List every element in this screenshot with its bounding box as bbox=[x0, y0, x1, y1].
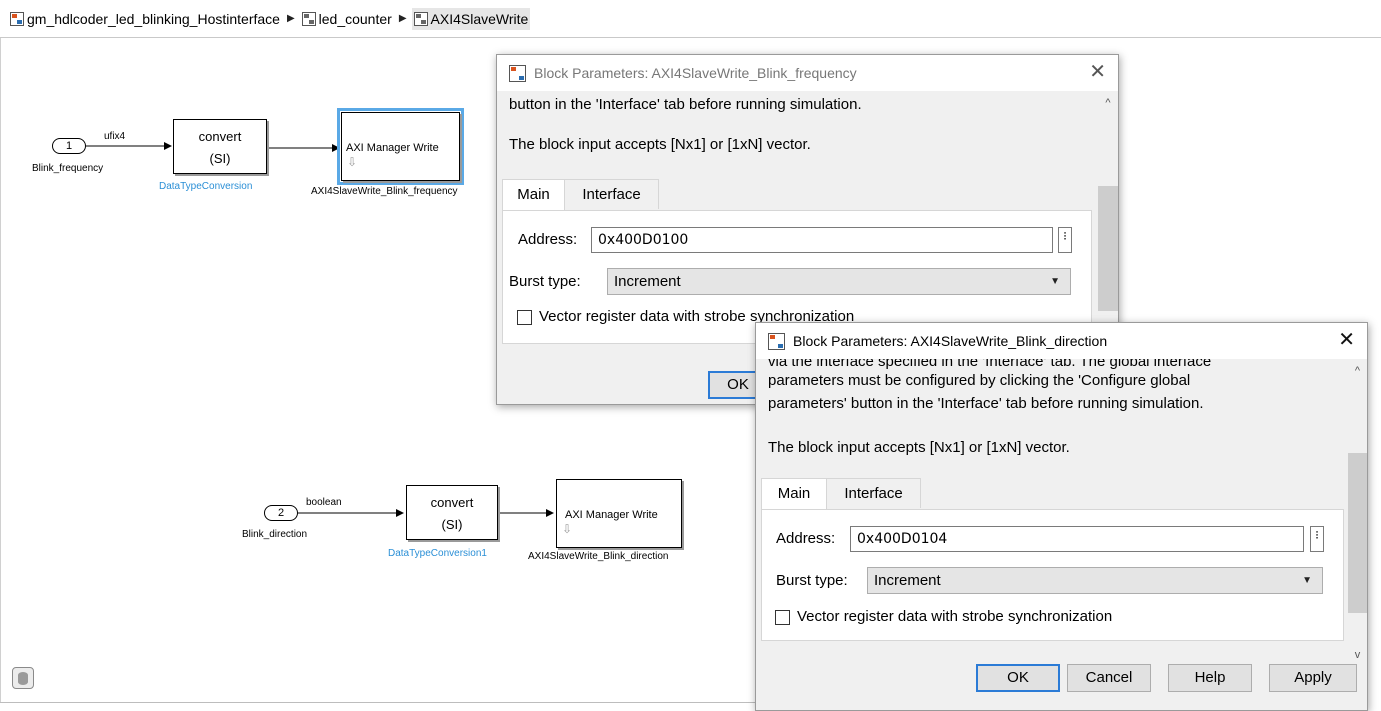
ok-button[interactable]: OK bbox=[976, 664, 1060, 692]
cancel-button[interactable]: Cancel bbox=[1067, 664, 1151, 692]
simulink-model-icon bbox=[509, 64, 526, 82]
axi-block-text: AXI Manager Write bbox=[565, 509, 658, 521]
description-line: button in the 'Interface' tab before run… bbox=[509, 96, 862, 113]
close-icon[interactable]: ✕ bbox=[1338, 329, 1355, 351]
address-label: Address: bbox=[776, 530, 836, 547]
block-description: button in the 'Interface' tab before run… bbox=[497, 91, 1097, 177]
address-field[interactable]: 0x400D0100 bbox=[591, 227, 1053, 253]
convert-text: convert bbox=[198, 129, 242, 144]
dialog-title-bar[interactable]: Block Parameters: AXI4SlaveWrite_Blink_d… bbox=[756, 323, 1367, 359]
convert-si-text: (SI) bbox=[209, 151, 231, 166]
axi-block-text: AXI Manager Write bbox=[346, 142, 439, 154]
burst-type-label: Burst type: bbox=[509, 273, 581, 290]
vector-register-checkbox[interactable] bbox=[517, 310, 532, 325]
inport-number: 2 bbox=[277, 507, 285, 519]
block-name-label[interactable]: DataTypeConversion1 bbox=[388, 548, 487, 559]
caret-down-icon: ▼ bbox=[1050, 276, 1060, 287]
dialog-title: Block Parameters: AXI4SlaveWrite_Blink_d… bbox=[793, 333, 1108, 349]
dialog-title-bar[interactable]: Block Parameters: AXI4SlaveWrite_Blink_f… bbox=[497, 55, 1118, 91]
address-label: Address: bbox=[518, 231, 578, 248]
inport-block[interactable]: 2 bbox=[264, 505, 298, 521]
apply-button[interactable]: Apply bbox=[1269, 664, 1357, 692]
address-field[interactable]: 0x400D0104 bbox=[850, 526, 1304, 552]
inport-name-label: Blink_frequency bbox=[32, 163, 104, 174]
caret-down-icon: ▼ bbox=[1302, 575, 1312, 586]
inport-block[interactable]: 1 bbox=[52, 138, 86, 154]
burst-type-value: Increment bbox=[614, 273, 681, 290]
scrollbar-thumb[interactable] bbox=[1348, 453, 1367, 613]
vector-register-label: Vector register data with strobe synchro… bbox=[797, 608, 1113, 625]
block-name-label[interactable]: AXI4SlaveWrite_Blink_frequency bbox=[311, 186, 458, 197]
arrow-down-icon: ⇩ bbox=[347, 155, 358, 169]
tab-main[interactable]: Main bbox=[502, 179, 565, 210]
tab-bar: Main Interface bbox=[761, 478, 1346, 510]
block-description: via the interface specified in the 'Inte… bbox=[756, 359, 1348, 465]
tab-interface[interactable]: Interface bbox=[826, 478, 921, 508]
vertical-scrollbar[interactable]: ^ v bbox=[1348, 359, 1367, 669]
tab-interface[interactable]: Interface bbox=[564, 179, 659, 209]
inport-name-label: Blink_direction bbox=[242, 529, 308, 540]
axi-manager-write-block[interactable]: AXI Manager Write ⇩ bbox=[556, 479, 682, 548]
burst-type-select[interactable]: Increment ▼ bbox=[607, 268, 1071, 295]
signal-type-label: ufix4 bbox=[104, 131, 126, 142]
simulink-model-icon bbox=[768, 332, 785, 350]
scrollbar-thumb[interactable] bbox=[1098, 186, 1118, 311]
block-parameters-dialog-direction: Block Parameters: AXI4SlaveWrite_Blink_d… bbox=[755, 322, 1368, 711]
database-icon[interactable] bbox=[12, 667, 34, 689]
close-icon[interactable]: ✕ bbox=[1089, 61, 1106, 83]
description-line: via the interface specified in the 'Inte… bbox=[768, 359, 1212, 370]
scroll-up-icon[interactable]: ^ bbox=[1098, 97, 1118, 109]
vector-register-checkbox[interactable] bbox=[775, 610, 790, 625]
tab-bar: Main Interface bbox=[502, 179, 1092, 211]
kebab-menu-icon[interactable]: ⁝ bbox=[1058, 227, 1072, 253]
convert-si-text: (SI) bbox=[441, 517, 463, 532]
inport-number: 1 bbox=[65, 140, 73, 152]
signal-type-label: boolean bbox=[306, 497, 342, 508]
tab-panel-main: Address: 0x400D0104 ⁝ Burst type: Increm… bbox=[761, 509, 1344, 641]
axi-manager-write-block[interactable]: AXI Manager Write ⇩ bbox=[341, 112, 460, 181]
kebab-menu-icon[interactable]: ⁝ bbox=[1310, 526, 1324, 552]
help-button[interactable]: Help bbox=[1168, 664, 1252, 692]
burst-type-select[interactable]: Increment ▼ bbox=[867, 567, 1323, 594]
scroll-up-icon[interactable]: ^ bbox=[1348, 365, 1367, 377]
tab-main[interactable]: Main bbox=[761, 478, 827, 509]
burst-type-value: Increment bbox=[874, 572, 941, 589]
block-name-label[interactable]: AXI4SlaveWrite_Blink_direction bbox=[528, 551, 668, 562]
block-name-label[interactable]: DataTypeConversion bbox=[159, 181, 252, 192]
data-type-conversion-block[interactable]: convert (SI) bbox=[406, 485, 498, 540]
description-line: The block input accepts [Nx1] or [1xN] v… bbox=[509, 136, 811, 153]
description-line: The block input accepts [Nx1] or [1xN] v… bbox=[768, 439, 1070, 456]
burst-type-label: Burst type: bbox=[776, 572, 848, 589]
data-type-conversion-block[interactable]: convert (SI) bbox=[173, 119, 267, 174]
description-line: parameters must be configured by clickin… bbox=[768, 372, 1191, 389]
convert-text: convert bbox=[430, 495, 474, 510]
description-line: parameters' button in the 'Interface' ta… bbox=[768, 395, 1204, 412]
arrow-down-icon: ⇩ bbox=[562, 522, 573, 536]
scroll-down-icon[interactable]: v bbox=[1348, 649, 1367, 661]
dialog-title: Block Parameters: AXI4SlaveWrite_Blink_f… bbox=[534, 65, 857, 81]
